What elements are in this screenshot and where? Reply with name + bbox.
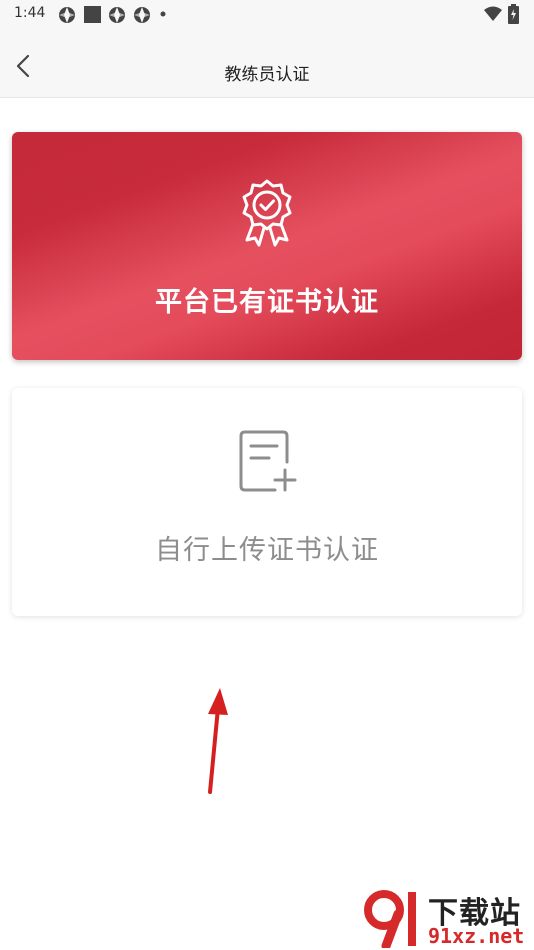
document-add-icon	[239, 430, 297, 492]
status-bar: 1:44	[0, 0, 534, 28]
aperture-icon	[134, 7, 150, 23]
red-arrow-icon	[208, 688, 228, 794]
aperture-icon	[109, 7, 125, 23]
platform-certificate-card[interactable]: 平台已有证书认证	[12, 132, 522, 360]
status-time: 1:44	[14, 5, 46, 21]
platform-certificate-label: 平台已有证书认证	[155, 287, 379, 318]
watermark-text-url: 91xz.net	[428, 924, 525, 948]
square-icon	[84, 6, 101, 23]
wifi-icon	[484, 6, 502, 21]
award-badge-icon	[242, 179, 292, 247]
aperture-icon	[59, 7, 75, 23]
battery-icon	[508, 4, 519, 24]
91-logo-icon	[364, 890, 416, 948]
nav-bar: 教练员认证	[0, 28, 534, 98]
upload-certificate-label: 自行上传证书认证	[155, 535, 379, 566]
dot-icon	[160, 11, 166, 17]
watermark: 下载站 91xz.net	[362, 888, 534, 950]
upload-certificate-card[interactable]: 自行上传证书认证	[12, 388, 522, 616]
page-title: 教练员认证	[224, 65, 310, 85]
